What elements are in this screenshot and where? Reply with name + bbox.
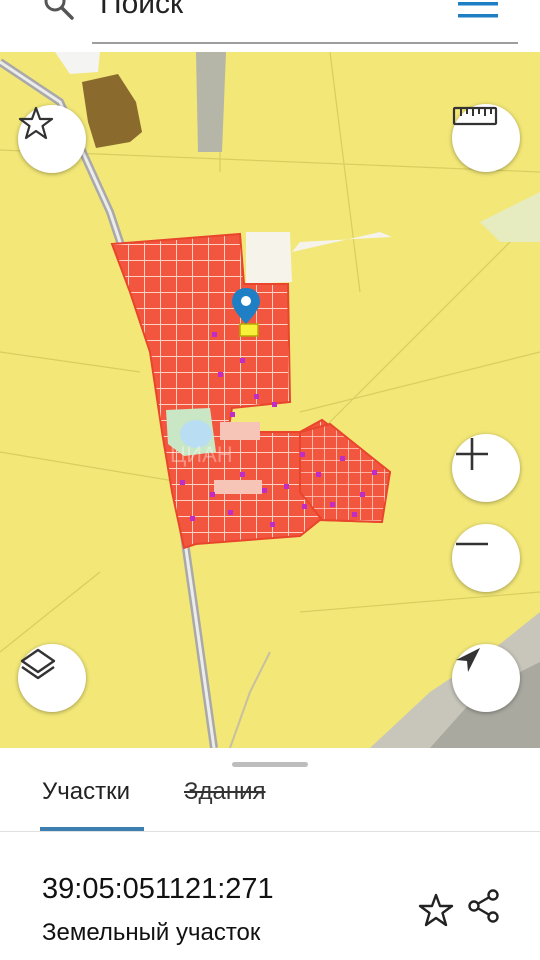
- ruler-button[interactable]: [452, 104, 520, 172]
- menu-icon[interactable]: [456, 0, 500, 22]
- cadastral-number: 39:05:051121:271: [42, 873, 274, 905]
- ruler-icon: [452, 106, 498, 126]
- plus-icon: [456, 438, 488, 470]
- divider: [0, 831, 540, 832]
- tab-buildings[interactable]: Здания: [184, 776, 266, 808]
- favorite-parcel-star-icon[interactable]: [418, 892, 454, 928]
- search-underline: [92, 42, 518, 44]
- minus-icon: [456, 542, 488, 546]
- map-view[interactable]: ЦИАН: [0, 52, 540, 748]
- svg-text:ЦИАН: ЦИАН: [170, 442, 233, 467]
- drag-handle[interactable]: [232, 762, 308, 767]
- star-icon: [18, 106, 54, 140]
- favorite-button[interactable]: [18, 105, 86, 173]
- search-input[interactable]: Поиск: [100, 0, 183, 24]
- locate-button[interactable]: [452, 644, 520, 712]
- navigation-arrow-icon: [456, 648, 480, 672]
- layers-button[interactable]: [18, 644, 86, 712]
- layers-icon: [20, 648, 56, 680]
- search-icon[interactable]: [42, 0, 76, 22]
- tab-plots[interactable]: Участки: [42, 776, 130, 808]
- zoom-out-button[interactable]: [452, 524, 520, 592]
- parcel-type: Земельный участок: [42, 919, 261, 946]
- zoom-in-button[interactable]: [452, 434, 520, 502]
- bottom-sheet: Участки Здания 39:05:051121:271 Земельны…: [0, 748, 540, 960]
- search-bar: Поиск: [0, 0, 540, 52]
- share-icon[interactable]: [466, 888, 502, 924]
